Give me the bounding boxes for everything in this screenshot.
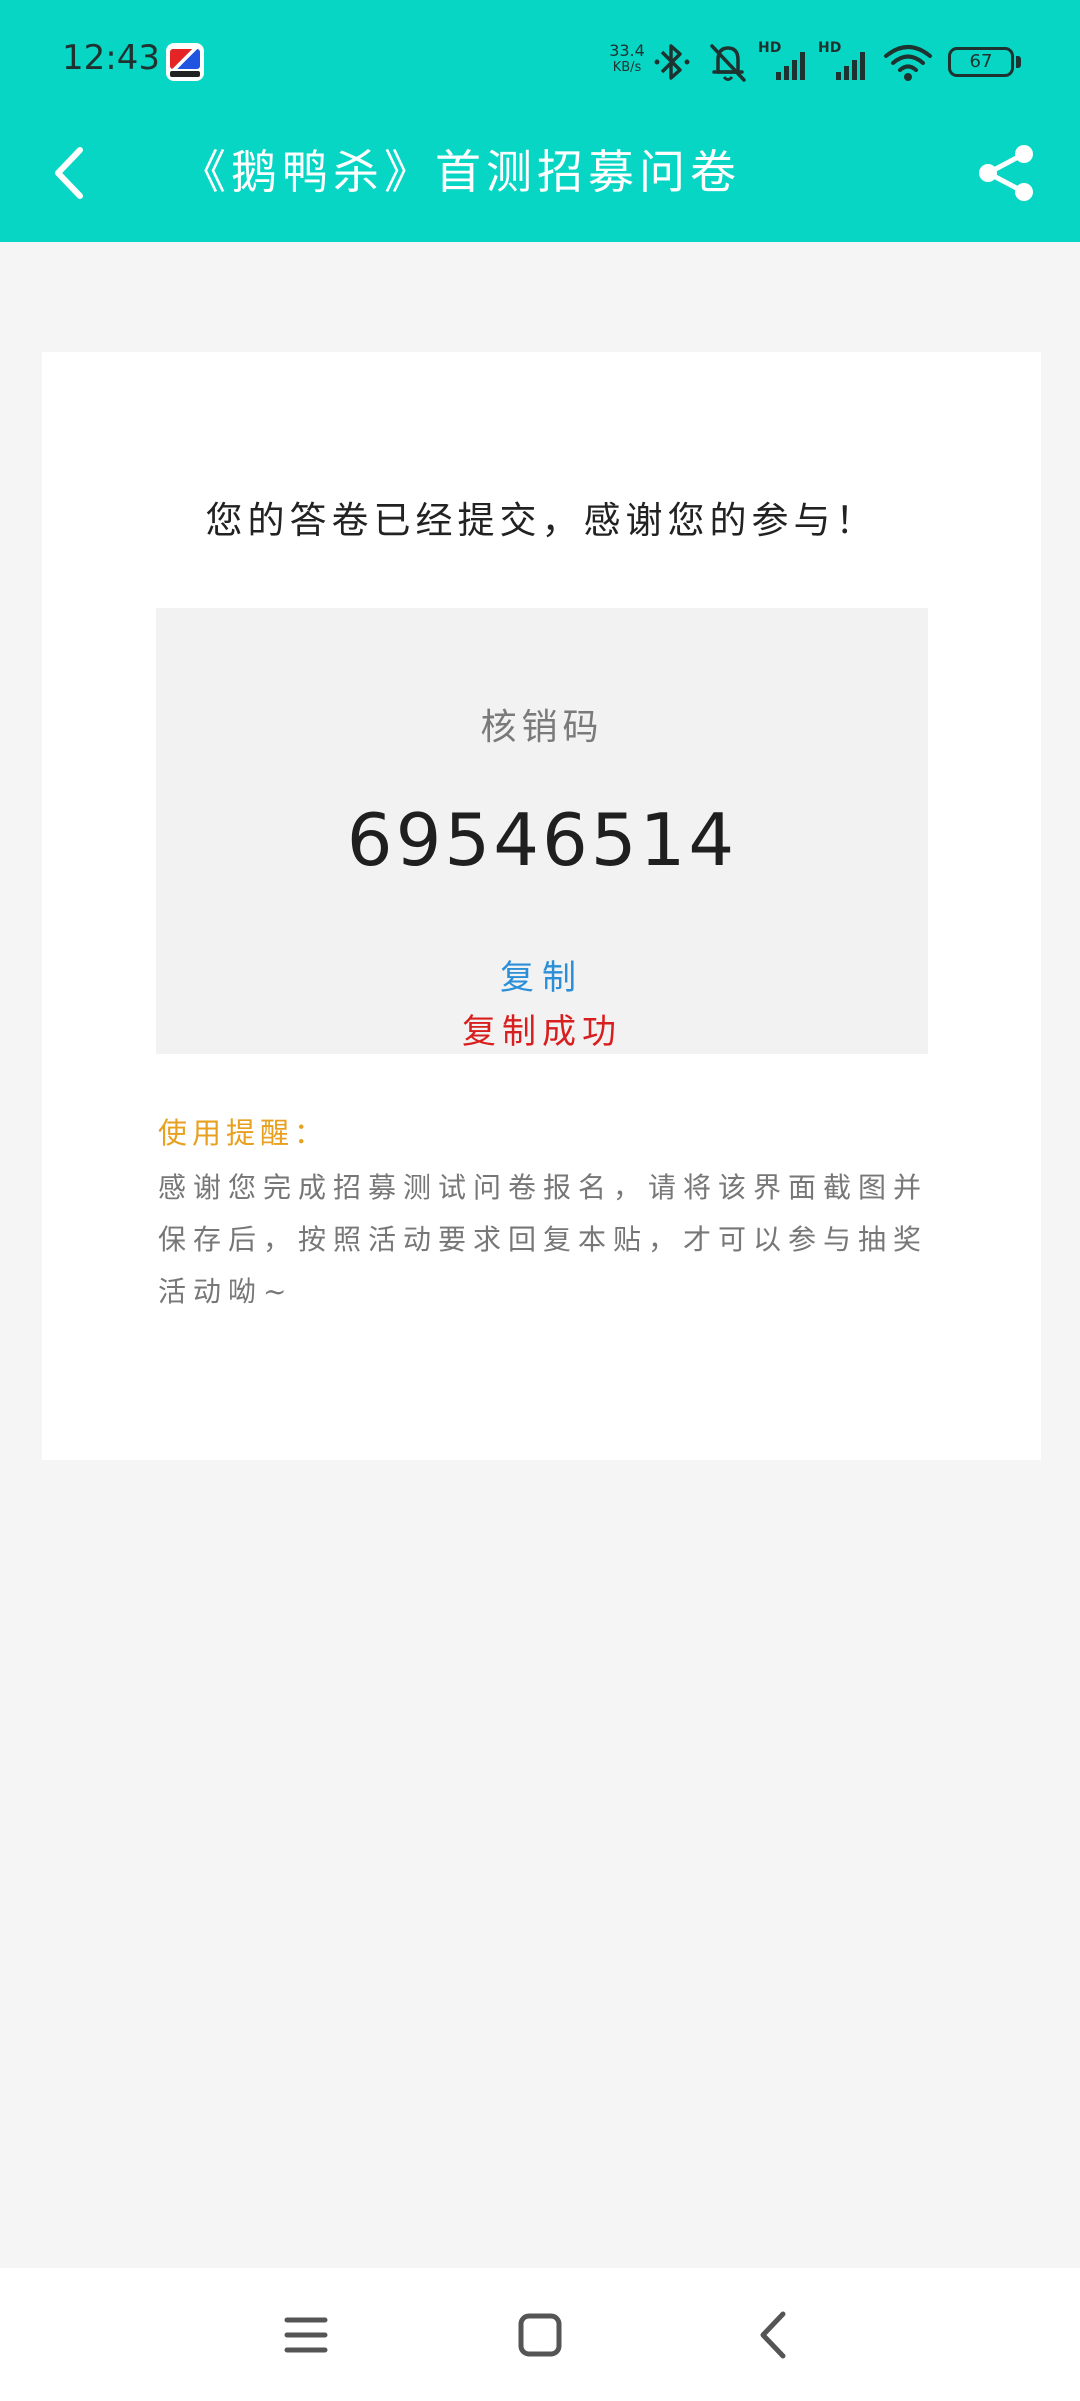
hd-signal-icon-2: HD xyxy=(818,40,865,80)
result-card: 您的答卷已经提交，感谢您的参与！ 核销码 69546514 复制 复制成功 使用… xyxy=(42,352,1041,1460)
network-speed-unit: KB/s xyxy=(612,60,642,75)
copy-success-message: 复制成功 xyxy=(462,1012,622,1052)
battery-icon: 67 xyxy=(948,47,1014,77)
code-label: 核销码 xyxy=(480,707,604,748)
system-back-button[interactable] xyxy=(747,2308,801,2362)
back-triangle-icon xyxy=(760,2311,786,2359)
hd-signal-icon: HD xyxy=(758,40,805,80)
battery-tip xyxy=(1016,56,1021,68)
network-speed-value: 33.4 xyxy=(609,41,645,60)
reminder-title: 使用提醒： xyxy=(158,1116,329,1150)
thanks-message: 您的答卷已经提交，感谢您的参与！ xyxy=(205,499,878,542)
mute-bell-icon xyxy=(710,44,746,82)
bilibili-comic-app-icon xyxy=(166,43,204,81)
back-button[interactable] xyxy=(40,140,106,206)
reminder-text: 感谢您完成招募测试问卷报名，请将该界面截图并保存后，按照活动要求回复本贴，才可以… xyxy=(158,1171,929,1308)
status-time: 12:43 xyxy=(62,38,160,78)
verification-code: 69546514 xyxy=(346,798,738,882)
bluetooth-icon xyxy=(654,44,690,80)
system-nav-bar xyxy=(0,2268,1080,2401)
svg-text:HD: HD xyxy=(758,40,781,56)
menu-icon xyxy=(284,2317,328,2353)
status-bar: 12:43 33.4 KB/s HD HD 67 xyxy=(0,0,1080,125)
share-icon xyxy=(979,145,1033,201)
home-button[interactable] xyxy=(513,2308,567,2362)
wifi-icon xyxy=(884,45,932,81)
menu-button[interactable] xyxy=(279,2308,333,2362)
code-box: 核销码 69546514 复制 复制成功 xyxy=(156,608,928,1054)
page-title: 《鹅鸭杀》首测招募问卷 xyxy=(180,145,741,199)
copy-button[interactable]: 复制 xyxy=(482,950,602,999)
header-bar: 12:43 33.4 KB/s HD HD 67 《鹅鸭杀》首测招募问卷 xyxy=(0,0,1080,242)
share-button[interactable] xyxy=(974,140,1040,206)
network-speed: 33.4 KB/s xyxy=(604,42,650,76)
svg-text:HD: HD xyxy=(818,40,841,56)
home-square-icon xyxy=(518,2313,562,2357)
